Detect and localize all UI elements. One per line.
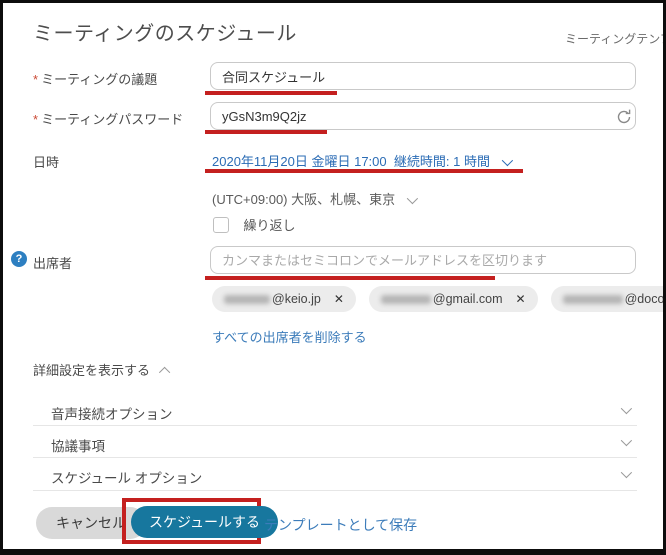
remove-all-attendees-link[interactable]: すべての出席者を削除する — [212, 327, 367, 346]
required-mark: * — [33, 72, 38, 87]
annotation-underline-datetime — [205, 169, 523, 173]
section-agenda[interactable]: 協議事項 — [51, 435, 105, 455]
attendees-label: 出席者 — [33, 253, 72, 272]
recurrence-checkbox[interactable] — [213, 217, 229, 233]
topic-input[interactable] — [210, 62, 636, 90]
remove-attendee-icon[interactable]: ✕ — [334, 292, 344, 306]
page-title: ミーティングのスケジュール — [33, 17, 297, 46]
attendee-chip: @gmail.com ✕ — [369, 286, 538, 312]
schedule-button[interactable]: スケジュールする — [131, 506, 278, 538]
attendee-chip: @keio.jp ✕ — [212, 286, 356, 312]
chevron-down-icon[interactable] — [621, 435, 632, 446]
annotation-underline-topic — [205, 91, 337, 95]
attendee-chips: @keio.jp ✕ @gmail.com ✕ @docomo.ne.jp ✕ — [212, 286, 666, 312]
chevron-up-icon — [159, 367, 170, 378]
password-input[interactable] — [210, 102, 636, 130]
chevron-down-icon — [501, 155, 512, 166]
attendees-input[interactable] — [210, 246, 636, 274]
chevron-down-icon[interactable] — [621, 467, 632, 478]
save-as-template-link[interactable]: テンプレートとして保存 — [264, 515, 417, 535]
remove-attendee-icon[interactable]: ✕ — [516, 292, 526, 306]
divider — [33, 457, 637, 458]
attendee-domain: @keio.jp — [272, 292, 321, 306]
page-frame: ミーティングのスケジュール ミーティングテンプレ *ミーティングの議題 *ミーテ… — [0, 0, 666, 555]
section-schedule-options[interactable]: スケジュール オプション — [51, 467, 202, 487]
timezone-selector[interactable]: (UTC+09:00) 大阪、札幌、東京 — [212, 189, 415, 208]
blurred-email-name — [563, 295, 623, 304]
annotation-underline-password — [205, 130, 327, 134]
refresh-password-icon[interactable] — [614, 107, 634, 127]
blurred-email-name — [224, 295, 270, 304]
advanced-settings-toggle[interactable]: 詳細設定を表示する — [33, 360, 170, 379]
section-audio-options[interactable]: 音声接続オプション — [51, 403, 173, 423]
divider — [33, 425, 637, 426]
duration-value: 継続時間: 1 時間 — [394, 154, 490, 169]
datetime-value: 2020年11月20日 金曜日 17:00 — [212, 154, 387, 169]
blurred-email-name — [381, 295, 431, 304]
datetime-picker[interactable]: 2020年11月20日 金曜日 17:00 継続時間: 1 時間 — [212, 151, 510, 170]
attendee-chip: @docomo.ne.jp ✕ — [551, 286, 666, 312]
timezone-value: (UTC+09:00) 大阪、札幌、東京 — [212, 192, 395, 207]
attendee-domain: @gmail.com — [433, 292, 503, 306]
attendee-domain: @docomo.ne.jp — [625, 292, 666, 306]
datetime-label: 日時 — [33, 152, 59, 171]
meeting-template-link[interactable]: ミーティングテンプレ — [565, 30, 666, 47]
chevron-down-icon — [407, 193, 418, 204]
password-label: *ミーティングパスワード — [33, 109, 183, 128]
recurrence-row: 繰り返し — [213, 215, 295, 234]
topic-label: *ミーティングの議題 — [33, 69, 157, 88]
required-mark: * — [33, 112, 38, 127]
divider — [33, 490, 637, 491]
help-icon[interactable]: ? — [11, 251, 27, 267]
chevron-down-icon[interactable] — [621, 403, 632, 414]
recurrence-label: 繰り返し — [243, 218, 295, 233]
annotation-underline-attendees — [205, 276, 495, 280]
